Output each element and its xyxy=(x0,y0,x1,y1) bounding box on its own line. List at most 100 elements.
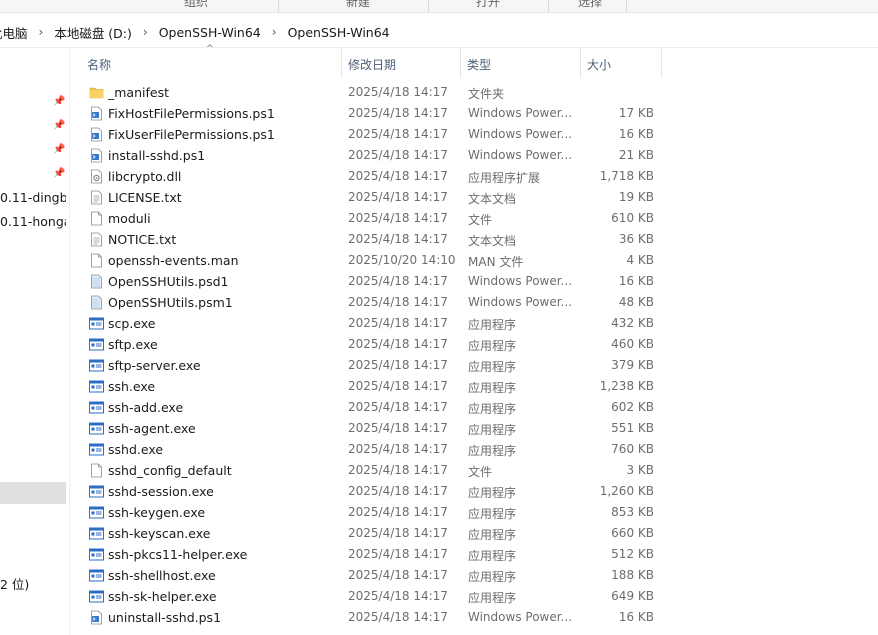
nav-item-dingbia[interactable]: 0.11-dingbia xyxy=(0,190,66,205)
file-name: ssh-add.exe xyxy=(108,400,184,415)
file-size: 551 KB xyxy=(611,421,654,435)
pin-icon[interactable]: 📌 xyxy=(53,168,65,179)
file-date: 2025/4/18 14:17 xyxy=(348,232,448,246)
file-row[interactable]: ssh-sk-helper.exe 2025/4/18 14:17 应用程序 649 … xyxy=(70,586,878,607)
nav-item-hongar[interactable]: 0.11-hongar xyxy=(0,214,66,229)
file-row[interactable]: install-sshd.ps1 2025/4/18 14:17 Windows P… xyxy=(70,145,878,166)
column-divider[interactable] xyxy=(580,48,581,78)
file-row[interactable]: ssh-pkcs11-helper.exe 2025/4/18 14:17 应用程序… xyxy=(70,544,878,565)
ribbon-group-organize[interactable]: 组织 xyxy=(184,0,208,10)
ribbon-group-select[interactable]: 选择 xyxy=(578,0,602,10)
address-bar[interactable]: 此电脑 › 本地磁盘 (D:) › OpenSSH-Win64 › OpenSS… xyxy=(0,14,878,48)
column-divider[interactable] xyxy=(661,48,662,78)
file-type: Windows Power... xyxy=(468,106,573,120)
nav-item-selected[interactable] xyxy=(0,482,66,504)
file-name: sshd.exe xyxy=(108,442,164,457)
file-row[interactable]: moduli 2025/4/18 14:17 文件 610 KB xyxy=(70,208,878,229)
ribbon-group-new[interactable]: 新建 xyxy=(346,0,370,10)
file-row[interactable]: OpenSSHUtils.psd1 2025/4/18 14:17 Windows … xyxy=(70,271,878,292)
file-row[interactable]: libcrypto.dll 2025/4/18 14:17 应用程序扩展 1,718 … xyxy=(70,166,878,187)
ribbon-separator xyxy=(278,0,279,12)
file-row[interactable]: ssh-keygen.exe 2025/4/18 14:17 应用程序 853 KB xyxy=(70,502,878,523)
file-row[interactable]: sshd_config_default 2025/4/18 14:17 文件 3 KB xyxy=(70,460,878,481)
ribbon-group-open[interactable]: 打开 xyxy=(476,0,500,10)
file-row[interactable]: FixUserFilePermissions.ps1 2025/4/18 14:1… xyxy=(70,124,878,145)
file-size: 760 KB xyxy=(611,442,654,456)
file-type: 文件夹 xyxy=(468,87,505,101)
file-row[interactable]: openssh-events.man 2025/10/20 14:10 MAN 文件… xyxy=(70,250,878,271)
dll-icon xyxy=(89,169,104,184)
file-size: 1,718 KB xyxy=(599,169,654,183)
column-header-size[interactable]: 大小 xyxy=(587,56,611,73)
chevron-right-icon[interactable]: › xyxy=(263,25,286,39)
folder-icon xyxy=(89,85,104,100)
file-row[interactable]: ssh.exe 2025/4/18 14:17 应用程序 1,238 KB xyxy=(70,376,878,397)
column-divider[interactable] xyxy=(341,48,342,78)
file-size: 16 KB xyxy=(618,274,654,288)
breadcrumb: 此电脑 › 本地磁盘 (D:) › OpenSSH-Win64 › OpenSS… xyxy=(0,23,392,41)
file-name: LICENSE.txt xyxy=(108,190,182,205)
file-row[interactable]: NOTICE.txt 2025/4/18 14:17 文本文档 36 KB xyxy=(70,229,878,250)
chevron-right-icon[interactable]: › xyxy=(134,25,157,39)
file-row[interactable]: LICENSE.txt 2025/4/18 14:17 文本文档 19 KB xyxy=(70,187,878,208)
file-date: 2025/4/18 14:17 xyxy=(348,85,448,99)
file-name: FixUserFilePermissions.ps1 xyxy=(108,127,275,142)
exe-icon xyxy=(89,337,104,352)
file-name: ssh.exe xyxy=(108,379,156,394)
file-size: 1,238 KB xyxy=(599,379,654,393)
nav-item-drive[interactable]: 2 位) xyxy=(0,574,29,593)
file-type: 应用程序 xyxy=(468,486,517,500)
column-divider[interactable] xyxy=(460,48,461,78)
file-name: libcrypto.dll xyxy=(108,169,182,184)
file-row[interactable]: FixHostFilePermissions.ps1 2025/4/18 14:1… xyxy=(70,103,878,124)
file-type: 应用程序 xyxy=(468,381,517,395)
file-name: uninstall-sshd.ps1 xyxy=(108,610,222,625)
file-row[interactable]: uninstall-sshd.ps1 2025/4/18 14:17 Windows… xyxy=(70,607,878,628)
exe-icon xyxy=(89,379,104,394)
file-date: 2025/4/18 14:17 xyxy=(348,337,448,351)
powershell-script-icon xyxy=(89,610,104,625)
file-size: 853 KB xyxy=(611,505,654,519)
chevron-right-icon[interactable]: › xyxy=(30,25,53,39)
file-row[interactable]: sshd-session.exe 2025/4/18 14:17 应用程序 1,260… xyxy=(70,481,878,502)
file-date: 2025/4/18 14:17 xyxy=(348,211,448,225)
pin-icon[interactable]: 📌 xyxy=(53,96,65,107)
file-row[interactable]: ssh-shellhost.exe 2025/4/18 14:17 应用程序 188 … xyxy=(70,565,878,586)
file-name: moduli xyxy=(108,211,151,226)
pin-icon[interactable]: 📌 xyxy=(53,120,65,131)
ribbon: 组织 新建 打开 选择 xyxy=(0,0,878,13)
powershell-module-icon xyxy=(89,295,104,310)
file-row[interactable]: OpenSSHUtils.psm1 2025/4/18 14:17 Windows … xyxy=(70,292,878,313)
file-type: 应用程序 xyxy=(468,360,517,374)
column-header-date[interactable]: 修改日期 xyxy=(348,56,396,73)
file-size: 610 KB xyxy=(611,211,654,225)
ribbon-separator xyxy=(548,0,549,12)
file-size: 188 KB xyxy=(611,568,654,582)
pin-icon[interactable]: 📌 xyxy=(53,144,65,155)
file-type: MAN 文件 xyxy=(468,255,524,269)
file-row[interactable]: sshd.exe 2025/4/18 14:17 应用程序 760 KB xyxy=(70,439,878,460)
breadcrumb-this-pc[interactable]: 此电脑 xyxy=(0,23,30,42)
breadcrumb-openssh-parent[interactable]: OpenSSH-Win64 xyxy=(157,25,263,40)
file-row[interactable]: scp.exe 2025/4/18 14:17 应用程序 432 KB xyxy=(70,313,878,334)
file-row[interactable]: sftp-server.exe 2025/4/18 14:17 应用程序 379 KB xyxy=(70,355,878,376)
breadcrumb-openssh-current[interactable]: OpenSSH-Win64 xyxy=(286,25,392,40)
file-row[interactable]: sftp.exe 2025/4/18 14:17 应用程序 460 KB xyxy=(70,334,878,355)
file-date: 2025/4/18 14:17 xyxy=(348,442,448,456)
file-name: NOTICE.txt xyxy=(108,232,177,247)
file-row[interactable]: ssh-keyscan.exe 2025/4/18 14:17 应用程序 660 KB xyxy=(70,523,878,544)
file-row[interactable]: _manifest 2025/4/18 14:17 文件夹 xyxy=(70,82,878,103)
file-row[interactable]: ssh-add.exe 2025/4/18 14:17 应用程序 602 KB xyxy=(70,397,878,418)
column-header-type[interactable]: 类型 xyxy=(467,56,491,73)
file-type: 应用程序 xyxy=(468,444,517,458)
column-header-name[interactable]: 名称 xyxy=(87,56,111,73)
file-row[interactable]: ssh-agent.exe 2025/4/18 14:17 应用程序 551 KB xyxy=(70,418,878,439)
breadcrumb-drive-d[interactable]: 本地磁盘 (D:) xyxy=(52,23,134,42)
file-type: 应用程序 xyxy=(468,549,517,563)
file-name: sftp.exe xyxy=(108,337,158,352)
file-type: Windows Power... xyxy=(468,295,573,309)
file-date: 2025/4/18 14:17 xyxy=(348,568,448,582)
file-size: 19 KB xyxy=(618,190,654,204)
file-date: 2025/4/18 14:17 xyxy=(348,505,448,519)
file-size: 432 KB xyxy=(611,316,654,330)
